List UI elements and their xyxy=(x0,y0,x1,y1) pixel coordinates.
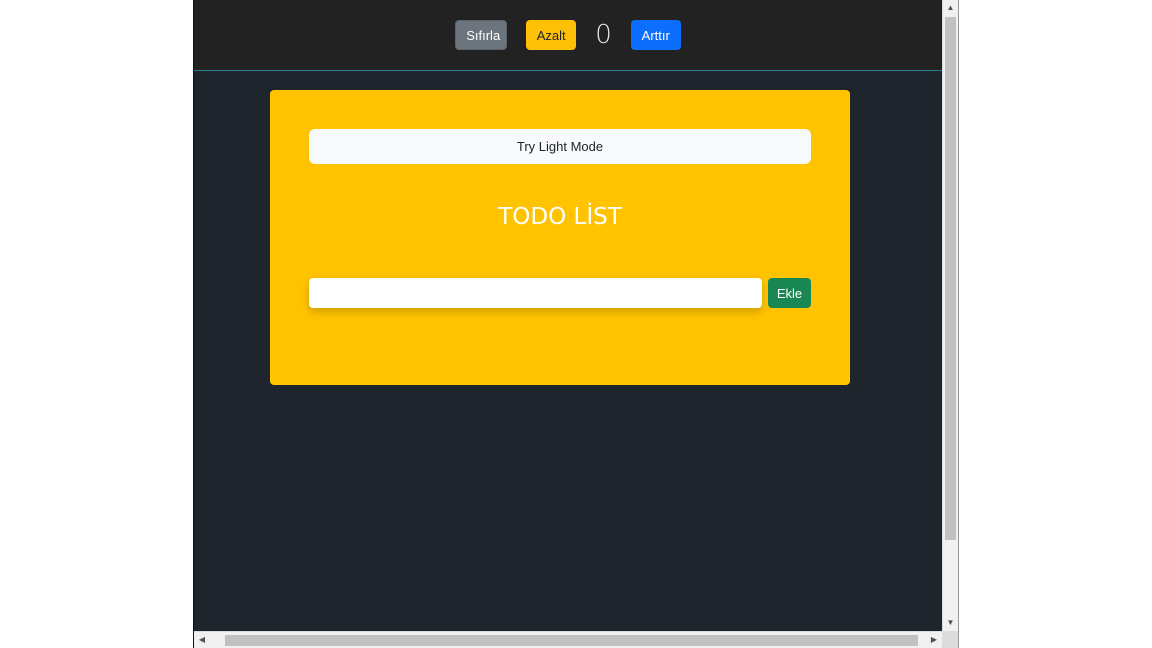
light-mode-toggle-button[interactable]: Try Light Mode xyxy=(309,129,811,164)
vertical-scroll-thumb[interactable] xyxy=(945,17,956,540)
horizontal-scrollbar[interactable]: ◀ ▶ xyxy=(194,631,942,648)
triangle-left-icon[interactable]: ◀ xyxy=(194,632,210,648)
vertical-scrollbar[interactable]: ▲ ▼ xyxy=(942,0,958,631)
counter-navbar: Sıfırla Azalt 0 Arttır xyxy=(194,0,942,71)
triangle-down-icon[interactable]: ▼ xyxy=(943,615,958,631)
increment-button[interactable]: Arttır xyxy=(630,20,681,50)
triangle-up-icon[interactable]: ▲ xyxy=(943,0,958,16)
scrollbar-corner xyxy=(942,631,958,648)
triangle-right-icon[interactable]: ▶ xyxy=(926,632,942,648)
decrement-button[interactable]: Azalt xyxy=(526,20,577,50)
add-todo-button[interactable]: Ekle xyxy=(768,278,811,308)
todo-title: TODO LİST xyxy=(498,204,622,230)
horizontal-scroll-thumb[interactable] xyxy=(225,635,918,646)
main-content: Try Light Mode TODO LİST Ekle xyxy=(194,71,942,631)
todo-input[interactable] xyxy=(309,278,762,308)
todo-card: Try Light Mode TODO LİST Ekle xyxy=(270,90,850,385)
reset-button[interactable]: Sıfırla xyxy=(455,20,508,50)
counter-value: 0 xyxy=(595,20,612,50)
browser-viewport: Sıfırla Azalt 0 Arttır Try Light Mode TO… xyxy=(193,0,959,648)
